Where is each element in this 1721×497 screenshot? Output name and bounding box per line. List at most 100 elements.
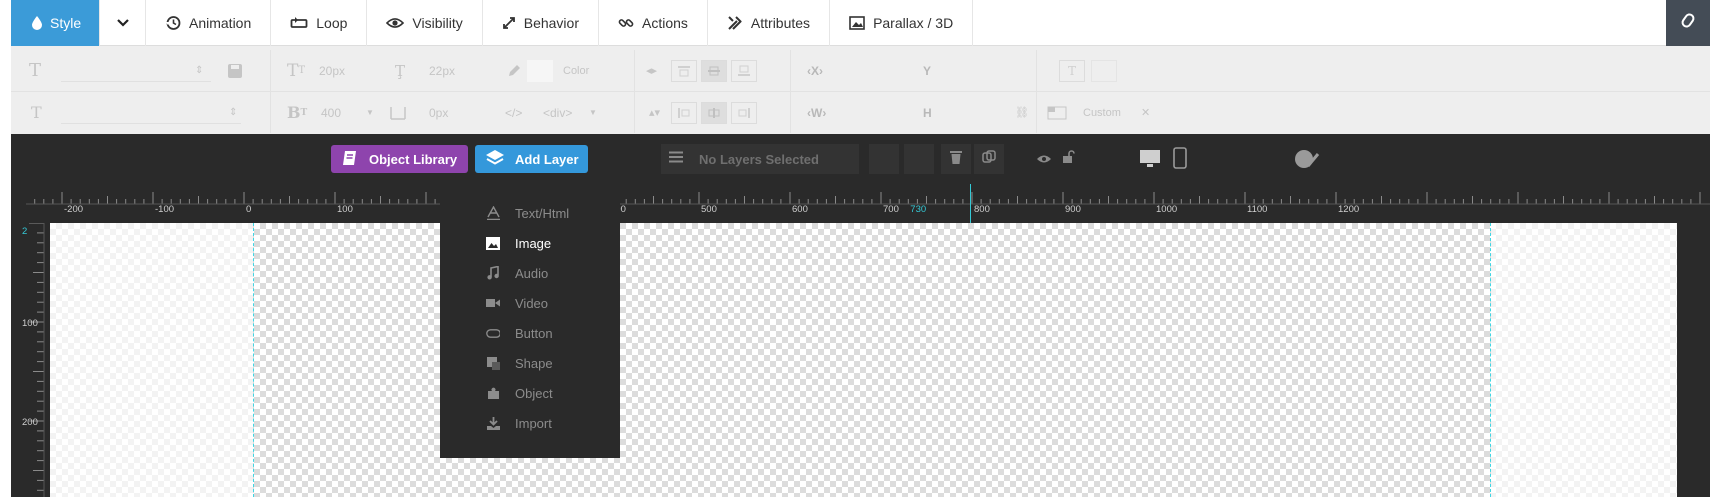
- tab-visibility[interactable]: Visibility: [367, 0, 483, 46]
- layers-icon: [485, 149, 505, 170]
- w-label: ‹ W ›: [807, 105, 827, 120]
- style-row-font: T ⇕ TT 20px Ţ 22px Color ◂▸ ‹ X › Y T: [11, 50, 1710, 91]
- canvas-right-gutter: [1677, 223, 1710, 497]
- menu-item-image[interactable]: Image: [440, 228, 620, 258]
- menu-item-label: Image: [515, 235, 552, 251]
- chevron-down-icon: ▼: [589, 108, 597, 117]
- text-icon: [486, 206, 500, 220]
- duplicate-layer-button[interactable]: [974, 144, 1004, 174]
- tab-behavior[interactable]: Behavior: [483, 0, 599, 46]
- tab-attributes[interactable]: Attributes: [708, 0, 831, 46]
- tab-parallax[interactable]: Parallax / 3D: [830, 0, 974, 46]
- globe-edit-icon[interactable]: [1294, 148, 1320, 175]
- ruler-tick-label: 100: [22, 318, 38, 329]
- book-icon: [341, 149, 359, 170]
- slide-stage[interactable]: [253, 223, 1491, 497]
- halign-left-button[interactable]: [671, 102, 697, 124]
- text-extra-button[interactable]: [1091, 60, 1117, 82]
- font-size-icon: TT: [287, 60, 306, 81]
- trash-icon: [950, 150, 962, 169]
- image-icon: [849, 16, 865, 30]
- halign-right-button[interactable]: [731, 102, 757, 124]
- image-icon: [486, 236, 500, 250]
- valign-top-button[interactable]: [671, 60, 697, 82]
- tab-animation-label: Animation: [189, 15, 252, 31]
- tab-loop[interactable]: Loop: [271, 0, 368, 46]
- tab-loop-label: Loop: [316, 15, 348, 31]
- menu-item-audio[interactable]: Audio: [440, 258, 620, 288]
- ruler-tick-label: 1000: [1156, 204, 1177, 215]
- h-label: H: [923, 105, 932, 120]
- arrows-icon: [502, 16, 516, 30]
- font-select[interactable]: [61, 102, 241, 124]
- add-layer-label: Add Layer: [515, 151, 579, 167]
- menu-item-video[interactable]: Video: [440, 288, 620, 318]
- tools-icon: [727, 15, 743, 31]
- canvas-area[interactable]: [50, 223, 1677, 497]
- tab-attributes-label: Attributes: [750, 15, 811, 31]
- button-icon: [486, 326, 500, 340]
- menu-item-shape[interactable]: Shape: [440, 348, 620, 378]
- cover-icon: [1047, 92, 1067, 133]
- tab-actions[interactable]: Actions: [599, 0, 708, 46]
- chevron-down-icon: [116, 19, 129, 27]
- add-layer-button[interactable]: Add Layer: [475, 145, 588, 173]
- link-ratio-icon[interactable]: ⛓: [1015, 92, 1029, 133]
- save-icon[interactable]: [227, 50, 243, 91]
- layer-action-1[interactable]: [869, 144, 899, 174]
- halign-center-button[interactable]: [701, 102, 727, 124]
- font-size-input[interactable]: 20px: [319, 50, 379, 91]
- tab-actions-label: Actions: [642, 15, 688, 31]
- object-library-button[interactable]: Object Library: [331, 145, 468, 173]
- layer-action-2[interactable]: [904, 144, 934, 174]
- ruler-tick-label: 600: [792, 204, 808, 215]
- letter-spacing-input[interactable]: 0px: [429, 92, 479, 133]
- menu-item-label: Video: [515, 295, 549, 311]
- horizontal-ruler: -200-10001004005006007007308009001000110…: [11, 184, 1710, 223]
- vertical-ruler: 100 200 2: [11, 223, 50, 497]
- font-family-select[interactable]: [61, 60, 211, 82]
- valign-bottom-button[interactable]: [731, 60, 757, 82]
- ruler-tick-label: 0: [246, 204, 251, 215]
- add-layer-menu: Text/Html Image Audio Video Button Shape…: [440, 184, 620, 458]
- valign-middle-button[interactable]: [701, 60, 727, 82]
- menu-item-object[interactable]: Object: [440, 378, 620, 408]
- menu-item-import[interactable]: Import: [440, 408, 620, 438]
- menu-item-label: Audio: [515, 265, 549, 281]
- layer-toolbar: Object Library Add Layer No Layers Selec…: [11, 134, 1710, 184]
- code-icon: </>: [505, 105, 523, 120]
- layer-list-button[interactable]: [661, 144, 691, 174]
- ruler-tick-label: 1200: [1338, 204, 1359, 215]
- ruler-tick-label: 900: [1065, 204, 1081, 215]
- desktop-icon[interactable]: [1139, 149, 1161, 174]
- color-swatch[interactable]: [527, 60, 553, 82]
- layer-select[interactable]: No Layers Selected: [691, 144, 859, 174]
- font-weight-input[interactable]: 400: [321, 92, 371, 133]
- y-label: Y: [923, 63, 932, 78]
- tab-behavior-label: Behavior: [523, 15, 579, 31]
- unlock-icon[interactable]: [1062, 150, 1076, 169]
- pin-button[interactable]: [1666, 0, 1710, 46]
- tab-parallax-label: Parallax / 3D: [873, 15, 954, 31]
- ruler-tick-label: 1100: [1247, 204, 1267, 215]
- delete-layer-button[interactable]: [941, 144, 971, 174]
- menu-item-button[interactable]: Button: [440, 318, 620, 348]
- font-family-icon: T: [29, 60, 42, 81]
- tab-animation[interactable]: Animation: [146, 0, 272, 46]
- cover-select[interactable]: Custom: [1083, 92, 1143, 133]
- slider-editor: Style Animation Loop Visibility Behavior…: [11, 0, 1710, 497]
- align-arrows-icon: ◂▸: [646, 65, 658, 77]
- text-transform-button[interactable]: T: [1059, 60, 1085, 82]
- ruler-tick-label: -100: [155, 204, 174, 215]
- loop-icon: [290, 17, 308, 29]
- tab-style[interactable]: Style: [11, 0, 100, 46]
- ruler-tick-label: 200: [22, 417, 38, 428]
- eye-icon[interactable]: [1036, 152, 1052, 170]
- tab-dropdown-toggle[interactable]: [100, 0, 146, 46]
- tag-select[interactable]: <div>: [543, 92, 593, 133]
- shape-icon: [486, 356, 500, 370]
- eye-icon: [386, 17, 405, 29]
- line-height-input[interactable]: 22px: [429, 50, 489, 91]
- menu-item-text-html[interactable]: Text/Html: [440, 198, 620, 228]
- mobile-icon[interactable]: [1173, 147, 1187, 174]
